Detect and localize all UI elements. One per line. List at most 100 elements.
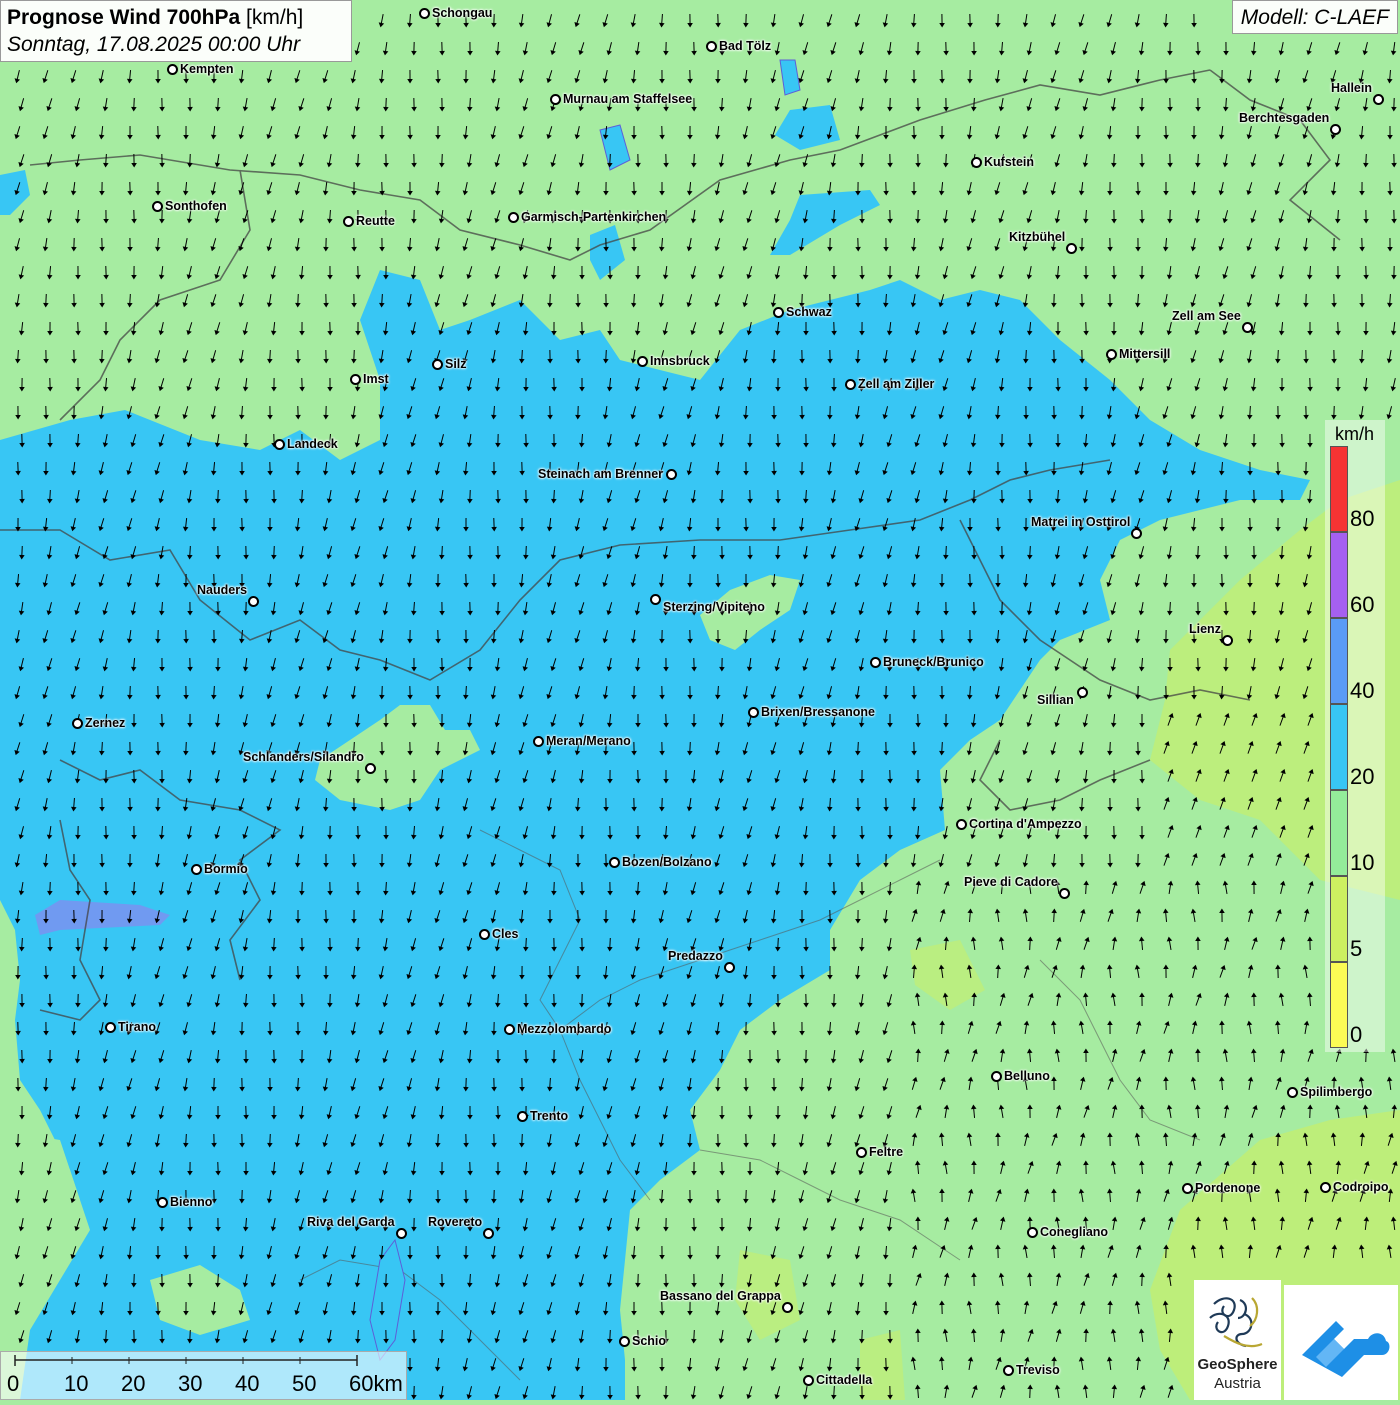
geosphere-emblem-icon [1194,1284,1281,1364]
city-label: Cittadella [816,1373,872,1387]
city-marker [191,864,202,875]
city-label: Feltre [869,1145,903,1159]
geosphere-name: GeoSphere [1194,1356,1281,1373]
city-label: Spilimbergo [1300,1085,1372,1099]
city-label: Hallein [1331,81,1372,95]
legend-unit: km/h [1335,424,1374,445]
city-marker [1330,124,1341,135]
city-marker [72,718,83,729]
legend-color-segment [1330,704,1348,790]
scale-label: 30 [178,1372,202,1396]
scale-label: 50 [292,1372,316,1396]
city-label: Schwaz [786,305,832,319]
legend-tick-label: 80 [1350,508,1374,530]
city-label: Imst [363,372,389,386]
city-marker [152,201,163,212]
legend-tick-label: 0 [1350,1024,1362,1046]
city-marker [666,469,677,480]
city-marker [432,359,443,370]
scale-ruler [1,1352,408,1401]
city-label: Zernez [85,716,125,730]
city-label: Conegliano [1040,1225,1108,1239]
city-label: Predazzo [668,949,723,963]
city-marker [550,94,561,105]
city-label: Meran/Merano [546,734,631,748]
city-label: Bad Tölz [719,39,771,53]
city-marker [1131,528,1142,539]
city-marker [706,41,717,52]
city-label: Lienz [1189,622,1221,636]
city-label: Schongau [432,6,492,20]
city-marker [856,1147,867,1158]
scale-label: 20 [121,1372,145,1396]
legend-tick-label: 10 [1350,852,1374,874]
city-marker [483,1228,494,1239]
city-marker [1373,94,1384,105]
city-marker [1222,635,1233,646]
city-marker [1066,243,1077,254]
city-label: Pieve di Cadore [964,875,1058,889]
city-marker [1106,349,1117,360]
city-marker [1287,1087,1298,1098]
scale-bar [0,1351,407,1400]
city-label: Rovereto [428,1215,482,1229]
city-marker [724,962,735,973]
legend-tick-label: 20 [1350,766,1374,788]
city-marker [637,356,648,367]
title-text: Prognose Wind 700hPa [7,6,240,29]
city-label: Nauders [197,583,247,597]
city-label: Codroipo [1333,1180,1389,1194]
geosphere-logo[interactable]: GeoSphere Austria [1194,1280,1281,1400]
city-marker [773,307,784,318]
city-marker [105,1022,116,1033]
weather-app-logo[interactable] [1284,1285,1398,1400]
legend-color-segment [1330,446,1348,532]
city-label: Pordenone [1195,1181,1260,1195]
forecast-datetime: Sonntag, 17.08.2025 00:00 Uhr [7,31,345,58]
city-label: Sonthofen [165,199,227,213]
legend-tick-label: 5 [1350,938,1362,960]
city-label: Mittersill [1119,347,1170,361]
scale-label: 10 [64,1372,88,1396]
scale-label: 0 [7,1372,19,1396]
city-marker [343,216,354,227]
map-title: Prognose Wind 700hPa [km/h] [7,4,345,31]
legend-color-segment [1330,532,1348,618]
city-marker [991,1071,1002,1082]
city-label: Berchtesgaden [1239,111,1329,125]
city-label: Schlanders/Silandro [243,750,364,764]
city-marker [1320,1182,1331,1193]
city-marker [1077,687,1088,698]
city-marker [350,374,361,385]
city-label: Belluno [1004,1069,1050,1083]
city-label: Mezzolombardo [517,1022,611,1036]
city-label: Bassano del Grappa [660,1289,781,1303]
city-label: Reutte [356,214,395,228]
city-label: Bruneck/Brunico [883,655,984,669]
city-marker [479,929,490,940]
city-marker [748,707,759,718]
city-marker [533,736,544,747]
city-marker [1003,1365,1014,1376]
city-label: Matrei in Osttirol [1031,515,1130,529]
legend-color-segment [1330,962,1348,1048]
city-label: Silz [445,357,467,371]
city-label: Garmisch-Partenkirchen [521,210,666,224]
city-marker [419,8,430,19]
city-marker [396,1228,407,1239]
city-label: Innsbruck [650,354,710,368]
title-box: Prognose Wind 700hPa [km/h] Sonntag, 17.… [0,0,352,62]
legend-tick-label: 40 [1350,680,1374,702]
title-unit: [km/h] [246,6,303,29]
model-label: Modell: C-LAEF [1232,0,1398,34]
city-marker [870,657,881,668]
app-arrow-cloud-icon [1284,1285,1398,1400]
city-marker [619,1336,630,1347]
city-label: Kempten [180,62,233,76]
city-label: Bienno [170,1195,212,1209]
city-marker [504,1024,515,1035]
city-label: Riva del Garda [307,1215,395,1229]
city-marker [248,596,259,607]
legend-color-segment [1330,618,1348,704]
city-label: Murnau am Staffelsee [563,92,692,106]
